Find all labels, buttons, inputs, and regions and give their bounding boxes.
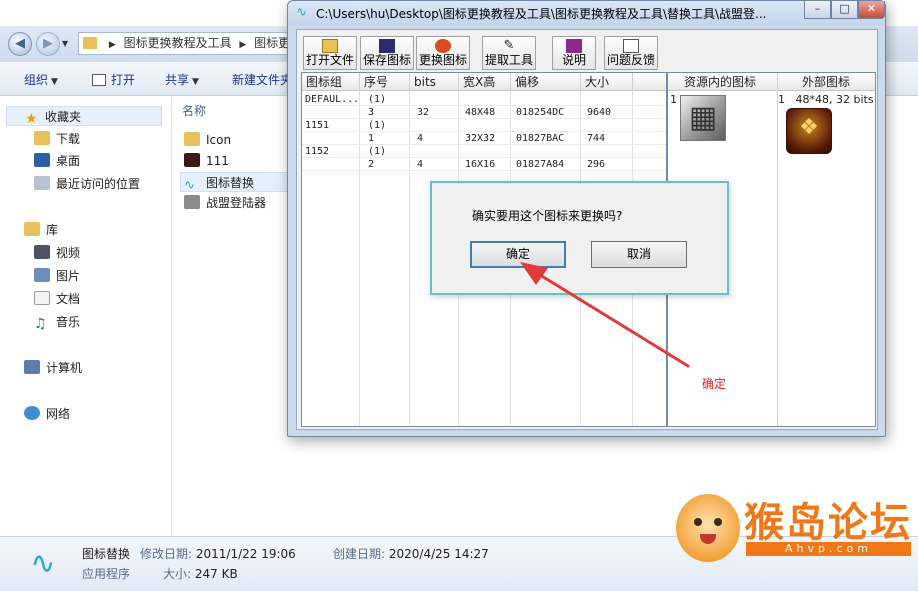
forum-watermark: 猴岛论坛 Ahvp.com (676, 490, 916, 570)
mascot-eye (694, 518, 702, 526)
watermark-url: Ahvp.com (746, 542, 911, 556)
monkey-mascot-icon (676, 494, 740, 562)
watermark-text: 猴岛论坛 (744, 499, 912, 546)
mascot-eye (714, 518, 722, 526)
annotation-label: 确定 (702, 377, 727, 391)
mascot-mouth (700, 534, 716, 544)
